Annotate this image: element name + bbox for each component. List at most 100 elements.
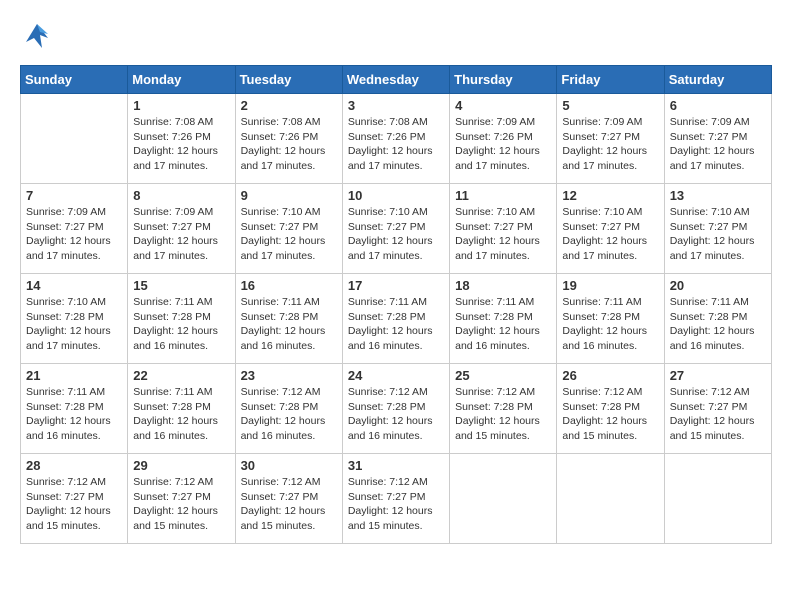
day-info: Sunrise: 7:11 AM Sunset: 7:28 PM Dayligh… — [241, 295, 337, 354]
calendar-header-friday: Friday — [557, 66, 664, 94]
week-row-1: 1 Sunrise: 7:08 AM Sunset: 7:26 PM Daylig… — [21, 94, 772, 184]
week-row-3: 14 Sunrise: 7:10 AM Sunset: 7:28 PM Dayli… — [21, 274, 772, 364]
calendar-cell: 28Sunrise: 7:12 AM Sunset: 7:27 PM Dayli… — [21, 454, 128, 544]
day-number: 27 — [670, 368, 766, 383]
calendar-cell: 24Sunrise: 7:12 AM Sunset: 7:28 PM Dayli… — [342, 364, 449, 454]
day-number: 15 — [133, 278, 229, 293]
day-info: Sunrise: 7:09 AM Sunset: 7:27 PM Dayligh… — [26, 205, 122, 264]
day-number: 19 — [562, 278, 658, 293]
day-info: Sunrise: 7:10 AM Sunset: 7:27 PM Dayligh… — [348, 205, 444, 264]
calendar-header-saturday: Saturday — [664, 66, 771, 94]
calendar-cell: 18 Sunrise: 7:11 AM Sunset: 7:28 PM Dayli… — [450, 274, 557, 364]
week-row-2: 7 Sunrise: 7:09 AM Sunset: 7:27 PM Daylig… — [21, 184, 772, 274]
day-info: Sunrise: 7:09 AM Sunset: 7:27 PM Dayligh… — [562, 115, 658, 174]
day-number: 5 — [562, 98, 658, 113]
day-number: 7 — [26, 188, 122, 203]
calendar-cell: 11 Sunrise: 7:10 AM Sunset: 7:27 PM Dayli… — [450, 184, 557, 274]
day-number: 10 — [348, 188, 444, 203]
day-number: 11 — [455, 188, 551, 203]
day-number: 22 — [133, 368, 229, 383]
calendar-cell: 17 Sunrise: 7:11 AM Sunset: 7:28 PM Dayli… — [342, 274, 449, 364]
day-info: Sunrise: 7:12 AM Sunset: 7:27 PM Dayligh… — [26, 475, 122, 534]
day-info: Sunrise: 7:10 AM Sunset: 7:27 PM Dayligh… — [241, 205, 337, 264]
calendar-cell: 29 Sunrise: 7:12 AM Sunset: 7:27 PM Dayli… — [128, 454, 235, 544]
day-info: Sunrise: 7:12 AM Sunset: 7:27 PM Dayligh… — [670, 385, 766, 444]
calendar-header-sunday: Sunday — [21, 66, 128, 94]
calendar-cell: 6Sunrise: 7:09 AM Sunset: 7:27 PM Daylig… — [664, 94, 771, 184]
calendar-cell: 26 Sunrise: 7:12 AM Sunset: 7:28 PM Dayli… — [557, 364, 664, 454]
day-number: 24 — [348, 368, 444, 383]
day-info: Sunrise: 7:12 AM Sunset: 7:27 PM Dayligh… — [348, 475, 444, 534]
day-info: Sunrise: 7:10 AM Sunset: 7:28 PM Dayligh… — [26, 295, 122, 354]
calendar-cell: 8Sunrise: 7:09 AM Sunset: 7:27 PM Daylig… — [128, 184, 235, 274]
calendar-cell: 30 Sunrise: 7:12 AM Sunset: 7:27 PM Dayli… — [235, 454, 342, 544]
logo — [20, 20, 58, 59]
day-info: Sunrise: 7:12 AM Sunset: 7:28 PM Dayligh… — [241, 385, 337, 444]
day-info: Sunrise: 7:08 AM Sunset: 7:26 PM Dayligh… — [133, 115, 229, 174]
calendar-header-tuesday: Tuesday — [235, 66, 342, 94]
day-info: Sunrise: 7:12 AM Sunset: 7:28 PM Dayligh… — [562, 385, 658, 444]
calendar-cell: 10 Sunrise: 7:10 AM Sunset: 7:27 PM Dayli… — [342, 184, 449, 274]
day-number: 21 — [26, 368, 122, 383]
calendar-table: SundayMondayTuesdayWednesdayThursdayFrid… — [20, 65, 772, 544]
day-info: Sunrise: 7:11 AM Sunset: 7:28 PM Dayligh… — [26, 385, 122, 444]
day-number: 13 — [670, 188, 766, 203]
day-number: 18 — [455, 278, 551, 293]
calendar-cell: 7 Sunrise: 7:09 AM Sunset: 7:27 PM Daylig… — [21, 184, 128, 274]
calendar-cell — [557, 454, 664, 544]
day-info: Sunrise: 7:09 AM Sunset: 7:26 PM Dayligh… — [455, 115, 551, 174]
day-info: Sunrise: 7:09 AM Sunset: 7:27 PM Dayligh… — [133, 205, 229, 264]
day-number: 3 — [348, 98, 444, 113]
day-number: 26 — [562, 368, 658, 383]
calendar-header-wednesday: Wednesday — [342, 66, 449, 94]
calendar-cell: 15 Sunrise: 7:11 AM Sunset: 7:28 PM Dayli… — [128, 274, 235, 364]
calendar-cell: 14 Sunrise: 7:10 AM Sunset: 7:28 PM Dayli… — [21, 274, 128, 364]
day-info: Sunrise: 7:11 AM Sunset: 7:28 PM Dayligh… — [670, 295, 766, 354]
day-info: Sunrise: 7:11 AM Sunset: 7:28 PM Dayligh… — [562, 295, 658, 354]
calendar-cell: 19 Sunrise: 7:11 AM Sunset: 7:28 PM Dayli… — [557, 274, 664, 364]
calendar-cell: 12 Sunrise: 7:10 AM Sunset: 7:27 PM Dayli… — [557, 184, 664, 274]
calendar-cell: 5 Sunrise: 7:09 AM Sunset: 7:27 PM Daylig… — [557, 94, 664, 184]
day-number: 6 — [670, 98, 766, 113]
day-number: 1 — [133, 98, 229, 113]
calendar-header-thursday: Thursday — [450, 66, 557, 94]
day-info: Sunrise: 7:11 AM Sunset: 7:28 PM Dayligh… — [133, 295, 229, 354]
day-number: 29 — [133, 458, 229, 473]
day-info: Sunrise: 7:11 AM Sunset: 7:28 PM Dayligh… — [455, 295, 551, 354]
day-number: 14 — [26, 278, 122, 293]
calendar-cell — [21, 94, 128, 184]
day-number: 2 — [241, 98, 337, 113]
calendar-cell: 23 Sunrise: 7:12 AM Sunset: 7:28 PM Dayli… — [235, 364, 342, 454]
day-info: Sunrise: 7:11 AM Sunset: 7:28 PM Dayligh… — [133, 385, 229, 444]
page-header — [20, 20, 772, 59]
day-number: 12 — [562, 188, 658, 203]
calendar-cell: 27 Sunrise: 7:12 AM Sunset: 7:27 PM Dayli… — [664, 364, 771, 454]
day-number: 31 — [348, 458, 444, 473]
day-info: Sunrise: 7:10 AM Sunset: 7:27 PM Dayligh… — [562, 205, 658, 264]
day-number: 30 — [241, 458, 337, 473]
day-info: Sunrise: 7:10 AM Sunset: 7:27 PM Dayligh… — [670, 205, 766, 264]
calendar-cell: 20 Sunrise: 7:11 AM Sunset: 7:28 PM Dayli… — [664, 274, 771, 364]
day-info: Sunrise: 7:08 AM Sunset: 7:26 PM Dayligh… — [348, 115, 444, 174]
day-info: Sunrise: 7:12 AM Sunset: 7:27 PM Dayligh… — [241, 475, 337, 534]
calendar-cell — [664, 454, 771, 544]
calendar-cell — [450, 454, 557, 544]
calendar-cell: 21 Sunrise: 7:11 AM Sunset: 7:28 PM Dayli… — [21, 364, 128, 454]
day-number: 25 — [455, 368, 551, 383]
day-number: 23 — [241, 368, 337, 383]
day-number: 4 — [455, 98, 551, 113]
day-number: 17 — [348, 278, 444, 293]
calendar-header-monday: Monday — [128, 66, 235, 94]
calendar-cell: 25Sunrise: 7:12 AM Sunset: 7:28 PM Dayli… — [450, 364, 557, 454]
day-info: Sunrise: 7:12 AM Sunset: 7:27 PM Dayligh… — [133, 475, 229, 534]
calendar-cell: 31 Sunrise: 7:12 AM Sunset: 7:27 PM Dayli… — [342, 454, 449, 544]
day-info: Sunrise: 7:08 AM Sunset: 7:26 PM Dayligh… — [241, 115, 337, 174]
day-info: Sunrise: 7:11 AM Sunset: 7:28 PM Dayligh… — [348, 295, 444, 354]
day-number: 20 — [670, 278, 766, 293]
calendar-cell: 4 Sunrise: 7:09 AM Sunset: 7:26 PM Daylig… — [450, 94, 557, 184]
calendar-cell: 1 Sunrise: 7:08 AM Sunset: 7:26 PM Daylig… — [128, 94, 235, 184]
day-info: Sunrise: 7:10 AM Sunset: 7:27 PM Dayligh… — [455, 205, 551, 264]
calendar-header-row: SundayMondayTuesdayWednesdayThursdayFrid… — [21, 66, 772, 94]
day-number: 16 — [241, 278, 337, 293]
day-number: 9 — [241, 188, 337, 203]
